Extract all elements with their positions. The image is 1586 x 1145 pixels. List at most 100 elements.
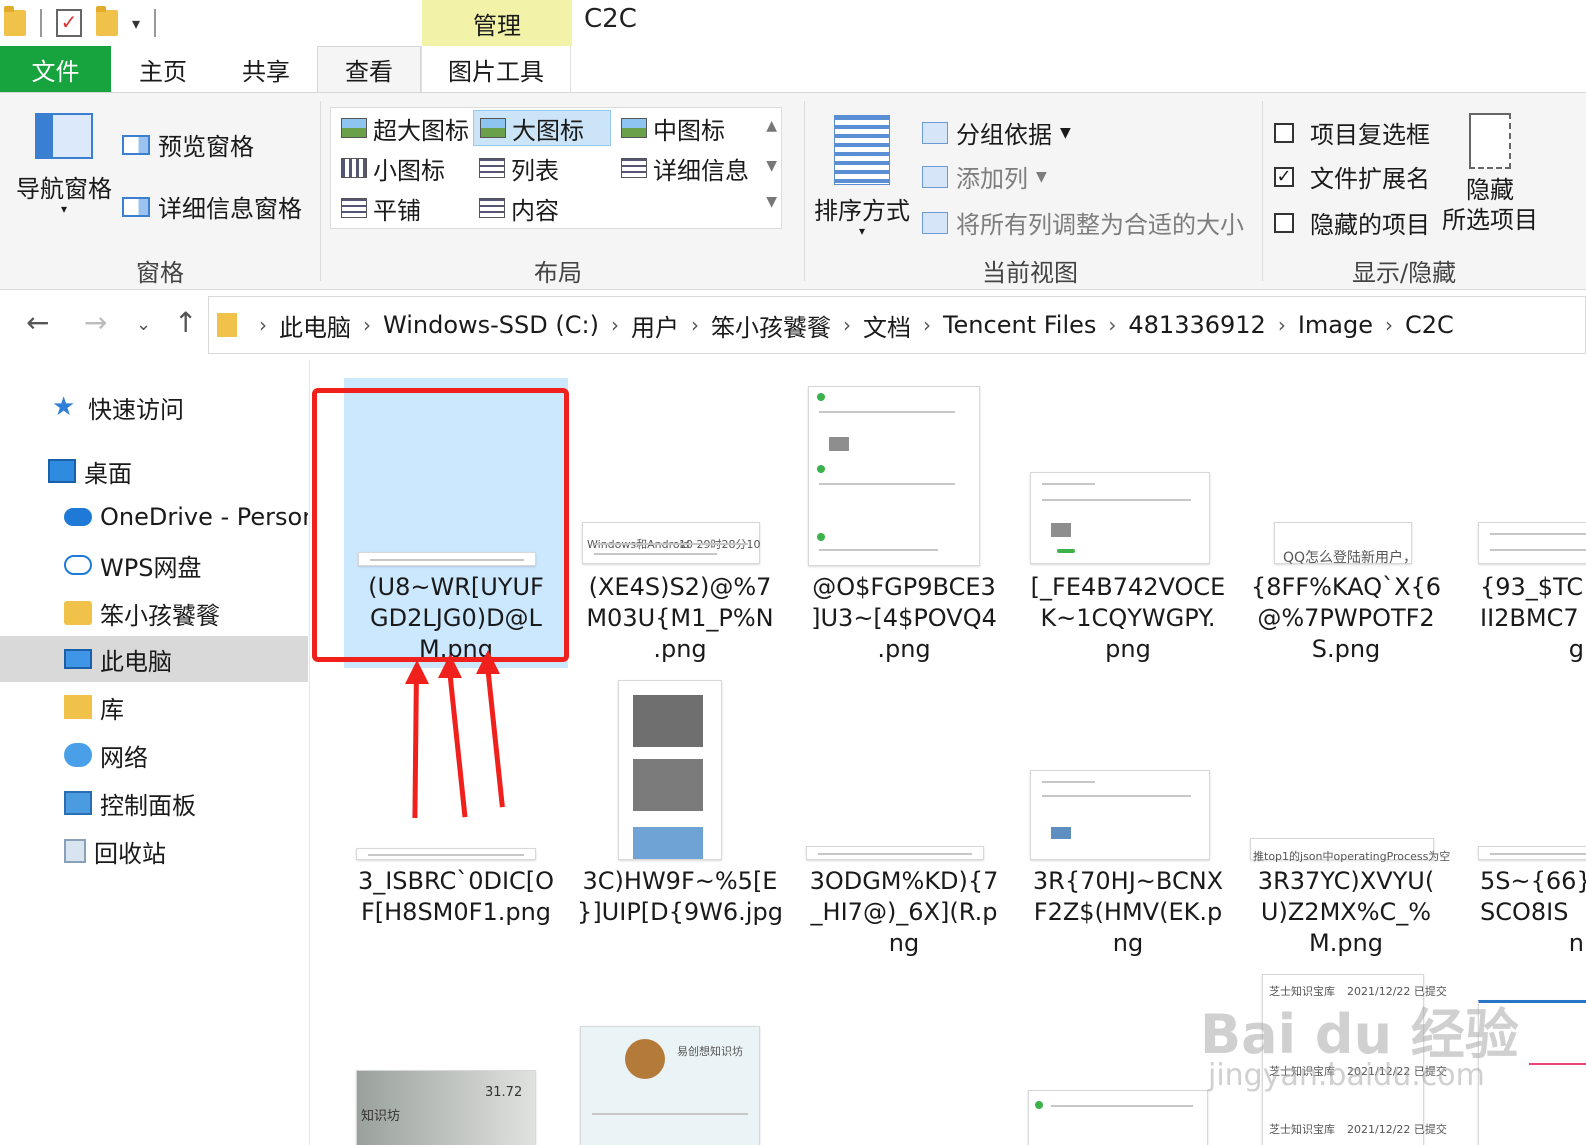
breadcrumb-item[interactable]: C2C — [1405, 311, 1454, 339]
properties-icon[interactable]: ✓ — [56, 9, 82, 37]
file-item[interactable]: 推top1的json中operatingProcess为空 3R37YC)XVY… — [1234, 678, 1458, 978]
checkbox-checked[interactable]: ✓ — [1274, 166, 1294, 187]
breadcrumb-item[interactable]: Tencent Files — [943, 311, 1096, 339]
hidden-items-toggle[interactable]: 隐藏的项目 — [1274, 205, 1430, 240]
layout-details[interactable]: 详细信息 — [615, 150, 755, 186]
file-item[interactable]: QQ怎么登陆新用户， {8FF%KAQ`X{6 @%7PWPOTF2 S.png — [1234, 378, 1458, 668]
layout-small-icons[interactable]: 小图标 — [335, 150, 451, 186]
breadcrumb-item[interactable]: 文档 — [863, 308, 911, 343]
sort-icon — [834, 115, 890, 185]
breadcrumb-item[interactable]: 此电脑 — [279, 308, 351, 343]
sidebar-item-label: 网络 — [100, 743, 148, 772]
file-thumbnail[interactable] — [1028, 1090, 1208, 1145]
breadcrumb-item[interactable]: 笨小孩饕餮 — [711, 308, 831, 343]
item-checkboxes-toggle[interactable]: 项目复选框 — [1274, 115, 1430, 150]
sidebar-item-user[interactable]: 笨小孩饕餮 — [0, 590, 308, 636]
back-arrow-icon[interactable]: ← — [26, 306, 49, 339]
file-thumbnail — [1478, 846, 1586, 860]
sidebar-item-label: OneDrive - Person — [100, 503, 308, 531]
gallery-expand-icon[interactable]: ▼ — [766, 194, 777, 210]
file-item[interactable]: 3C)HW9F~%5[E}]UIP[D{9W6.jpg — [568, 678, 792, 978]
file-item[interactable]: 3ODGM%KD){7 _HI7@)_6X](R.p ng — [792, 678, 1016, 978]
up-arrow-icon[interactable]: ↑ — [174, 306, 197, 339]
breadcrumb-item[interactable]: Windows-SSD (C:) — [383, 311, 599, 339]
sidebar-item-label: WPS网盘 — [100, 553, 202, 582]
forward-arrow-icon[interactable]: → — [84, 306, 107, 339]
file-item[interactable]: {93_$TC II2BMC7 g — [1458, 378, 1586, 668]
chevron-right-icon[interactable]: › — [363, 313, 371, 337]
tiles-icon — [341, 198, 367, 218]
file-item[interactable]: Windows和Android 10 29时28分10 (XE4S)S2)@%7… — [568, 378, 792, 668]
gallery-scroll-down-icon[interactable]: ▼ — [766, 158, 777, 174]
breadcrumb-item[interactable]: Image — [1298, 311, 1373, 339]
breadcrumb-item[interactable]: 481336912 — [1128, 311, 1265, 339]
file-thumbnail[interactable]: 易创想知识坊 — [580, 1026, 760, 1145]
layout-tiles[interactable]: 平铺 — [335, 190, 427, 226]
sidebar-item-control-panel[interactable]: 控制面板 — [0, 780, 308, 826]
chevron-right-icon[interactable]: › — [843, 313, 851, 337]
sidebar-item-libraries[interactable]: 库 — [0, 684, 308, 730]
sidebar-item-wps[interactable]: WPS网盘 — [0, 542, 308, 588]
window-title: C2C — [584, 4, 637, 34]
tab-file[interactable]: 文件 — [0, 46, 111, 92]
thumbnail-dot — [1035, 1101, 1043, 1109]
navigation-pane-button[interactable]: 导航窗格 ▾ — [14, 113, 114, 215]
breadcrumb-item[interactable]: 用户 — [631, 308, 679, 343]
computer-icon — [64, 649, 92, 669]
customize-dropdown-icon[interactable]: ▾ — [132, 14, 140, 33]
thumbnail-dot — [817, 465, 825, 473]
file-thumbnail: QQ怎么登陆新用户， — [1274, 522, 1417, 566]
sidebar-item-this-pc[interactable]: 此电脑 — [0, 636, 308, 682]
file-name: 3R37YC)XVYU(U)Z2MX%C_% M.png — [1257, 867, 1435, 957]
checkbox-unchecked[interactable] — [1274, 122, 1294, 143]
layout-content[interactable]: 内容 — [473, 190, 565, 226]
file-thumbnail[interactable]: 知识坊 31.72 — [356, 1070, 536, 1145]
folder-icon[interactable] — [4, 6, 26, 36]
layout-label: 内容 — [511, 196, 559, 225]
chevron-right-icon[interactable]: › — [259, 313, 267, 337]
sidebar-item-quick-access[interactable]: ★ 快速访问 — [0, 384, 308, 430]
tab-view[interactable]: 查看 — [317, 46, 421, 92]
chevron-right-icon[interactable]: › — [1278, 313, 1286, 337]
group-by-button[interactable]: 分组依据 ▼ — [922, 115, 1071, 150]
preview-pane-button[interactable]: 预览窗格 — [122, 127, 254, 162]
new-folder-icon[interactable] — [96, 6, 118, 36]
checkbox-unchecked[interactable] — [1274, 212, 1294, 233]
layout-list[interactable]: 列表 — [473, 150, 565, 186]
thumbnail-image — [633, 827, 703, 859]
chevron-right-icon[interactable]: › — [1108, 313, 1116, 337]
file-item[interactable]: 3R{70HJ~BCNX F2Z$(HMV(EK.p ng — [1016, 678, 1240, 978]
gallery-scroll-up-icon[interactable]: ▲ — [766, 118, 777, 134]
fit-columns-button[interactable]: 将所有列调整为合适的大小 — [922, 205, 1244, 240]
file-item[interactable]: 5S~{66} SCO8IS n — [1458, 678, 1586, 978]
file-extensions-toggle[interactable]: ✓ 文件扩展名 — [1274, 159, 1430, 194]
chevron-right-icon[interactable]: › — [691, 313, 699, 337]
sidebar-item-recycle-bin[interactable]: 回收站 — [0, 828, 308, 874]
thumbnail-image — [1051, 827, 1071, 839]
hide-selected-button[interactable]: 隐藏 所选项目 — [1440, 113, 1540, 235]
sidebar-item-network[interactable]: 网络 — [0, 732, 308, 778]
recent-locations-chevron-icon[interactable]: ⌄ — [136, 314, 151, 335]
layout-medium-icons[interactable]: 中图标 — [615, 110, 731, 146]
tab-picture-tools[interactable]: 图片工具 — [421, 46, 571, 92]
chevron-right-icon[interactable]: › — [611, 313, 619, 337]
sidebar-item-label: 桌面 — [84, 459, 132, 488]
add-column-button[interactable]: 添加列 ▼ — [922, 159, 1047, 194]
chevron-right-icon[interactable]: › — [1385, 313, 1393, 337]
sort-by-button[interactable]: 排序方式 ▾ — [812, 115, 912, 237]
sidebar-item-onedrive[interactable]: OneDrive - Person — [0, 494, 308, 540]
tab-home[interactable]: 主页 — [111, 46, 215, 92]
file-item[interactable]: [_FE4B742VOCE K~1CQYWGPY. png — [1016, 378, 1240, 668]
chevron-right-icon[interactable]: › — [923, 313, 931, 337]
breadcrumb[interactable]: › 此电脑 › Windows-SSD (C:) › 用户 › 笨小孩饕餮 › … — [208, 296, 1586, 354]
layout-large-icons[interactable]: 大图标 — [473, 110, 611, 146]
file-item[interactable]: @O$FGP9BCE3]U3~[4$POVQ4 .png — [792, 378, 1016, 668]
layout-label: 小图标 — [373, 156, 445, 185]
details-pane-button[interactable]: 详细信息窗格 — [122, 189, 302, 224]
file-name: 5S~{66} SCO8IS n — [1480, 867, 1586, 957]
navigation-pane-label: 导航窗格 — [16, 175, 112, 203]
sidebar-item-desktop[interactable]: 桌面 — [0, 448, 308, 494]
layout-extra-large-icons[interactable]: 超大图标 — [335, 110, 475, 146]
arrow-head — [438, 654, 462, 678]
tab-share[interactable]: 共享 — [215, 46, 317, 92]
